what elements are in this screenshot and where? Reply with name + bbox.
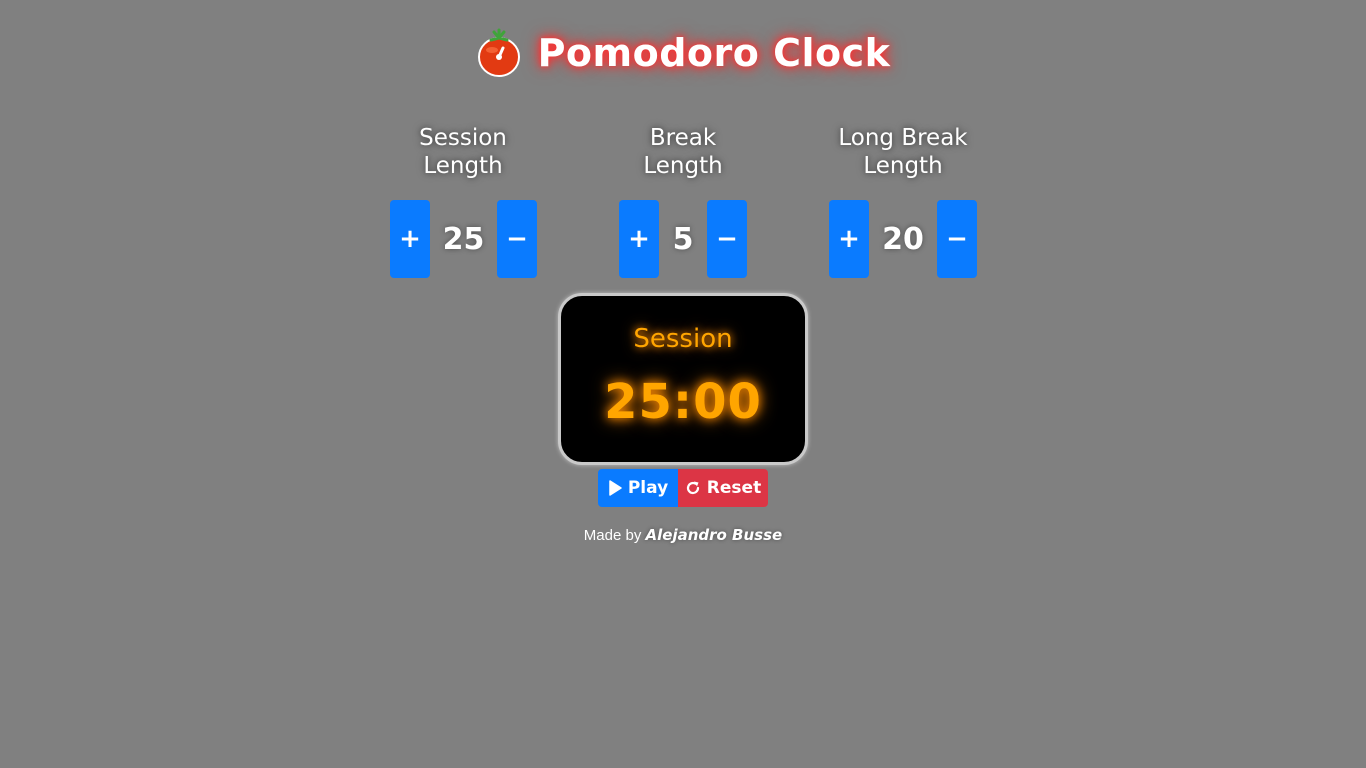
long-break-label-line1: Long Break xyxy=(838,125,968,151)
footer: Made by Alejandro Busse xyxy=(0,526,1366,544)
long-break-label-line2: Length xyxy=(863,153,943,179)
break-label-line1: Break xyxy=(649,125,717,151)
session-length-value: 25 xyxy=(442,221,485,257)
play-icon xyxy=(609,480,622,496)
break-length-stepper: + 5 − xyxy=(583,200,783,278)
break-length-value: 5 xyxy=(672,221,694,257)
break-decrement-button[interactable]: − xyxy=(707,200,747,278)
session-decrement-button[interactable]: − xyxy=(497,200,537,278)
tomato-icon xyxy=(477,28,520,77)
break-label-line2: Length xyxy=(643,153,723,179)
header: Pomodoro Clock xyxy=(0,28,1366,78)
session-length-label: Session Length xyxy=(363,124,563,180)
timer-actions: Play Reset xyxy=(598,469,768,507)
long-break-increment-button[interactable]: + xyxy=(829,200,869,278)
page-title: Pomodoro Clock xyxy=(537,31,891,75)
long-break-length-stepper: + 20 − xyxy=(803,200,1003,278)
reset-button[interactable]: Reset xyxy=(678,469,768,507)
break-length-control: Break Length + 5 − xyxy=(583,124,783,278)
long-break-length-control: Long Break Length + 20 − xyxy=(803,124,1003,278)
play-label: Play xyxy=(627,478,669,498)
footer-prefix: Made by xyxy=(583,527,642,544)
reset-label: Reset xyxy=(706,478,762,498)
session-label-line2: Length xyxy=(423,153,503,179)
session-increment-button[interactable]: + xyxy=(390,200,430,278)
refresh-icon xyxy=(686,481,699,495)
long-break-length-label: Long Break Length xyxy=(803,124,1003,180)
break-length-label: Break Length xyxy=(583,124,783,180)
break-increment-button[interactable]: + xyxy=(619,200,659,278)
pomodoro-app: Pomodoro Clock Session Length + 25 − Bre… xyxy=(0,0,1366,768)
session-length-stepper: + 25 − xyxy=(363,200,563,278)
play-button[interactable]: Play xyxy=(598,469,678,507)
session-label-line1: Session xyxy=(419,125,507,151)
session-length-control: Session Length + 25 − xyxy=(363,124,563,278)
timer-display: Session 25:00 xyxy=(558,293,808,465)
timer-label: Session xyxy=(633,324,733,354)
long-break-decrement-button[interactable]: − xyxy=(937,200,977,278)
long-break-length-value: 20 xyxy=(882,221,924,257)
author-link[interactable]: Alejandro Busse xyxy=(646,526,783,544)
timer-time: 25:00 xyxy=(604,374,762,430)
